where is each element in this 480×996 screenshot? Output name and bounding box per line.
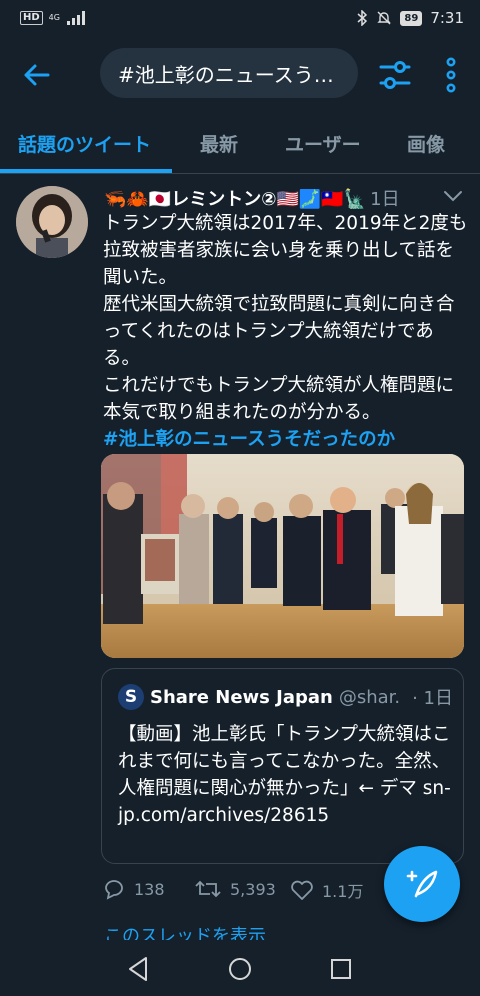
search-input[interactable]: #池上彰のニュースう…: [100, 48, 358, 98]
more-vertical-icon[interactable]: [440, 56, 462, 94]
arrow-left-icon[interactable]: [20, 58, 54, 92]
tab-top[interactable]: 話題のツイート: [18, 130, 151, 157]
status-bar: HD 4G 89 7:31: [0, 0, 480, 36]
active-tab-indicator: [0, 169, 172, 173]
quoted-author-handle: @shar...: [338, 686, 401, 708]
sliders-icon[interactable]: [378, 58, 412, 92]
nav-back-icon[interactable]: [124, 954, 154, 984]
tweet-text: トランプ大統領は2017年、2019年と2度も拉致被害者家族に会い身を乗り出して…: [103, 213, 468, 423]
search-query-text: #池上彰のニュースう…: [118, 62, 334, 87]
quoted-tweet-text: 【動画】池上彰氏「トランプ大統領はこれまで何にも言ってこなかった。全然、人権問題…: [118, 724, 451, 826]
tab-images[interactable]: 画像: [407, 130, 445, 157]
reply-count: 138: [134, 879, 165, 899]
tweet-image[interactable]: [101, 454, 464, 658]
network-type: 4G: [48, 13, 60, 22]
signal-icon: [66, 11, 85, 25]
reply-icon: [105, 880, 123, 900]
system-nav-bar: [0, 940, 480, 996]
retweet-icon: [195, 880, 221, 898]
bluetooth-icon: [357, 10, 368, 26]
tweet-actions: 138 5,393 1.1万: [100, 876, 400, 908]
mute-bell-icon: [377, 11, 392, 25]
retweet-count: 5,393: [230, 879, 276, 899]
heart-icon: [291, 880, 313, 900]
chevron-down-icon[interactable]: [442, 188, 464, 204]
reply-button[interactable]: 138: [102, 878, 165, 900]
compose-tweet-button[interactable]: [384, 846, 460, 922]
quoted-tweet-time: · 1日: [412, 688, 453, 709]
quoted-tweet-header: S Share News Japan @shar... · 1日: [118, 683, 453, 711]
like-count: 1.1万: [322, 882, 364, 901]
nav-recents-icon[interactable]: [326, 954, 356, 984]
avatar[interactable]: [16, 186, 88, 258]
nav-home-icon[interactable]: [225, 954, 255, 984]
hd-indicator: HD: [20, 11, 43, 25]
like-button[interactable]: 1.1万: [290, 878, 363, 902]
tweet-time: 1日: [370, 189, 400, 210]
clock: 7:31: [430, 9, 464, 27]
retweet-button[interactable]: 5,393: [194, 878, 276, 900]
tab-latest[interactable]: 最新: [200, 130, 238, 157]
author-name[interactable]: 🦐🦀🇯🇵レミントン②🇺🇸🗾🇹🇼🗽: [104, 185, 366, 211]
tweet-body: トランプ大統領は2017年、2019年と2度も拉致被害者家族に会い身を乗り出して…: [103, 210, 469, 453]
feather-plus-icon: [406, 870, 438, 898]
search-header: #池上彰のニュースう…: [0, 36, 480, 112]
quoted-author-name: Share News Japan: [150, 686, 333, 708]
tweet-header: 🦐🦀🇯🇵レミントン②🇺🇸🗾🇹🇼🗽 1日: [104, 184, 464, 212]
quoted-tweet[interactable]: S Share News Japan @shar... · 1日 【動画】池上彰…: [101, 668, 464, 864]
search-tabs: 話題のツイート 最新 ユーザー 画像: [0, 116, 480, 174]
hashtag-link[interactable]: #池上彰のニュースうそだったのか: [103, 429, 395, 450]
share-news-logo: S: [118, 684, 144, 710]
battery-indicator: 89: [400, 10, 423, 26]
tab-users[interactable]: ユーザー: [285, 130, 361, 157]
